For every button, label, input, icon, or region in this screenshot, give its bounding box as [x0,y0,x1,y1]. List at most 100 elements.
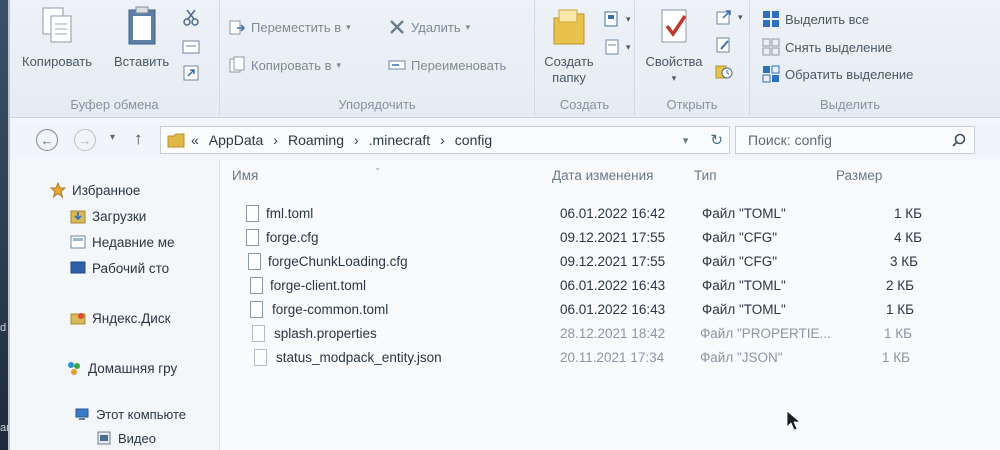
column-header-date[interactable]: Дата изменения [552,168,653,183]
breadcrumb-roaming[interactable]: Roaming [288,132,344,148]
file-date: 09.12.2021 17:55 [560,254,666,269]
open-button[interactable]: ▾ [715,8,743,26]
nav-video-label: Видео [118,430,156,446]
nav-yandex-disk-label: Яндекс.Диск [92,310,171,326]
file-row[interactable]: status_modpack_entity.json 20.11.2021 17… [222,346,982,370]
breadcrumb-separator[interactable]: › [354,132,359,148]
file-size: 1 КБ [882,350,910,365]
recent-places-icon [70,235,86,249]
delete-button[interactable]: Удалить ▾ [388,18,470,36]
invert-selection-label: Обратить выделение [785,66,914,82]
file-date: 06.01.2022 16:42 [560,206,666,221]
nav-homegroup[interactable]: Домашняя гру [66,360,177,376]
new-group-label: Создать [559,97,610,112]
file-date: 20.11.2021 17:34 [560,350,665,365]
back-button[interactable]: ← [36,129,58,151]
properties-label: Свойства [645,54,703,69]
nav-yandex-disk[interactable]: Яндекс.Диск [70,310,171,326]
file-row[interactable]: splash.properties 28.12.2021 18:42 Файл … [222,322,982,346]
copy-to-button[interactable]: Копировать в ▾ [228,56,341,74]
nav-desktop[interactable]: Рабочий сто [70,260,169,276]
file-name: splash.properties [274,326,377,341]
history-button[interactable] [715,62,733,80]
organize-group-label: Упорядочить [338,97,416,112]
select-group-label: Выделить [820,97,880,112]
forward-button[interactable]: → [74,129,96,151]
clipboard-group: Копировать Вставить Буфер обмена [10,0,220,118]
breadcrumb-overflow[interactable]: « [191,132,199,148]
breadcrumb-minecraft[interactable]: .minecraft [369,132,430,148]
desktop-icon [70,261,86,274]
select-none-label: Снять выделение [785,39,893,55]
file-size: 4 КБ [894,230,922,245]
address-dropdown-icon[interactable]: ▾ [683,134,689,147]
chevron-down-icon: ▾ [336,59,342,70]
column-header-name[interactable]: Имя [232,168,258,183]
properties-button[interactable]: Свойства ▾ [637,6,711,86]
recent-locations-button[interactable]: ▾ [110,132,115,143]
column-header-type[interactable]: Тип [694,168,717,183]
search-icon [952,133,966,147]
chevron-down-icon: ▾ [110,132,116,143]
breadcrumb-appdata[interactable]: AppData [209,132,263,148]
nav-homegroup-label: Домашняя гру [88,360,178,376]
search-input[interactable]: Поиск: config [735,126,975,154]
address-bar[interactable]: « AppData › Roaming › .minecraft › confi… [160,126,730,154]
breadcrumb-separator[interactable]: › [273,132,278,148]
chevron-down-icon: ▾ [626,41,631,52]
copy-path-icon [182,40,200,54]
file-date: 06.01.2022 16:43 [560,278,666,293]
paste-shortcut-button[interactable] [182,64,200,82]
breadcrumb-separator[interactable]: › [440,132,445,148]
cloud-disk-icon [70,313,86,325]
edit-button[interactable] [715,36,733,54]
nav-recent-label: Недавние ме [92,234,175,250]
nav-desktop-label: Рабочий сто [92,260,170,276]
nav-downloads[interactable]: Загрузки [70,208,146,224]
file-row[interactable]: forgeChunkLoading.cfg 09.12.2021 17:55 Ф… [222,250,982,274]
nav-video[interactable]: Видео [96,430,156,446]
copy-to-icon [229,56,245,73]
nav-recent[interactable]: Недавние ме [70,234,175,250]
ribbon: Копировать Вставить Буфер обмена Перемес… [10,0,1000,118]
file-row[interactable]: fml.toml 06.01.2022 16:42 Файл "TOML" 1 … [222,202,982,226]
refresh-icon[interactable]: ↻ [710,131,723,149]
easy-access-icon [605,39,619,55]
nav-this-pc[interactable]: Этот компьюте [74,406,186,422]
file-type: Файл "CFG" [702,230,778,245]
new-item-button[interactable]: ▾ [603,10,631,28]
rename-icon [388,60,406,70]
new-folder-button[interactable]: Создать папку [535,6,603,86]
file-row[interactable]: forge.cfg 09.12.2021 17:55 Файл "CFG" 4 … [222,226,982,250]
file-row[interactable]: forge-common.toml 06.01.2022 16:43 Файл … [222,298,982,322]
easy-access-button[interactable]: ▾ [603,38,631,56]
file-type: Файл "JSON" [700,350,783,365]
new-folder-label-2: папку [552,70,586,85]
file-name: forge-client.toml [270,278,367,293]
file-name: forge-common.toml [272,302,389,317]
new-group: Создать папку ▾ ▾ Создать [535,0,635,118]
chevron-down-icon: ▾ [626,13,631,24]
nav-favorites[interactable]: Избранное [50,182,140,198]
select-none-button[interactable]: Снять выделение [762,38,892,56]
file-icon [250,301,263,318]
cut-button[interactable] [182,8,200,26]
paste-shortcut-icon [183,65,199,81]
copy-path-button[interactable] [182,38,200,56]
homegroup-icon [68,362,80,375]
breadcrumb-config[interactable]: config [455,132,492,148]
up-button[interactable]: ↑ [134,129,143,149]
file-icon [250,277,263,294]
file-row[interactable]: forge-client.toml 06.01.2022 16:43 Файл … [222,274,982,298]
nav-this-pc-label: Этот компьюте [96,406,186,422]
chevron-down-icon: ▾ [346,21,351,32]
move-to-button[interactable]: Переместить в ▾ [228,18,351,36]
copy-button[interactable]: Копировать [22,6,92,70]
invert-selection-button[interactable]: Обратить выделение [762,65,913,83]
invert-selection-icon [762,65,780,83]
paste-button[interactable]: Вставить [114,6,169,70]
rename-button[interactable]: Переименовать [388,56,506,74]
column-header-size[interactable]: Размер [836,168,882,183]
open-icon [716,10,731,25]
select-all-button[interactable]: Выделить все [762,10,869,28]
